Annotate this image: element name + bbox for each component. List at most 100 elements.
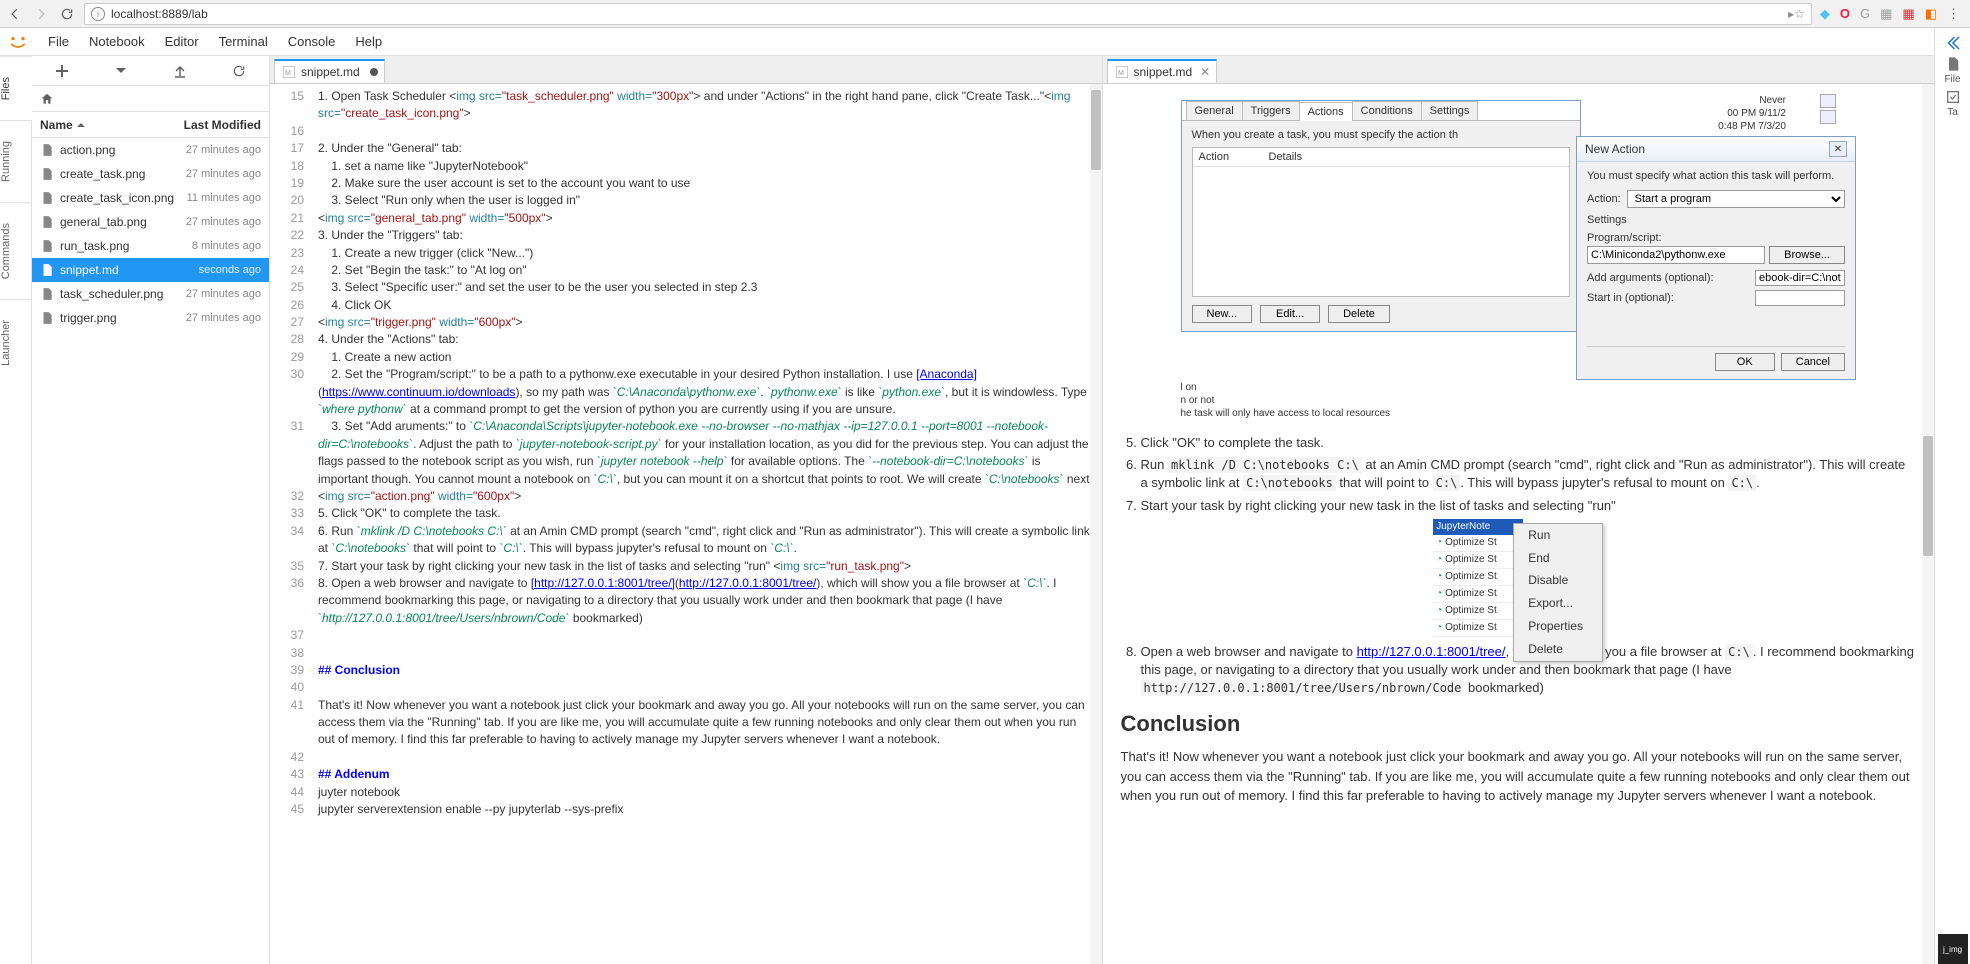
right-tab-file[interactable]: File — [1944, 56, 1960, 85]
action-select[interactable]: Start a program — [1627, 190, 1845, 208]
file-time: 8 minutes ago — [192, 240, 261, 252]
left-sidebar-tabs: FilesRunningCommandsLauncher — [0, 56, 32, 964]
file-icon — [1945, 56, 1961, 72]
menu-console[interactable]: Console — [278, 30, 346, 53]
file-name: run_task.png — [60, 239, 129, 253]
ext-icon[interactable]: ◧ — [1925, 6, 1937, 22]
preview-tab[interactable]: M snippet.md ✕ — [1107, 59, 1218, 83]
delete-action-button[interactable]: Delete — [1328, 305, 1390, 323]
conclusion-text: That's it! Now whenever you want a noteb… — [1121, 747, 1917, 806]
ext-icon[interactable]: G — [1860, 6, 1870, 21]
ok-button[interactable]: OK — [1715, 353, 1775, 371]
expand-icon[interactable] — [1944, 34, 1962, 52]
browse-button[interactable]: Browse... — [1769, 246, 1845, 264]
menu-icon[interactable]: ⋮ — [1947, 6, 1960, 22]
startin-input[interactable] — [1755, 290, 1845, 306]
menu-terminal[interactable]: Terminal — [209, 30, 278, 53]
new-dropdown[interactable] — [101, 59, 141, 83]
edit-action-button[interactable]: Edit... — [1260, 305, 1320, 323]
hint-text: When you create a task, you must specify… — [1192, 129, 1570, 141]
file-row[interactable]: run_task.png 8 minutes ago — [32, 234, 269, 258]
breadcrumbs[interactable] — [32, 86, 269, 112]
dock-panel: M snippet.md 15 161718192021222324252627… — [270, 56, 1934, 964]
ext-icon[interactable]: ◆ — [1820, 6, 1830, 22]
program-input[interactable] — [1587, 246, 1765, 264]
action-label: Action: — [1587, 193, 1621, 205]
filebrowser-header[interactable]: Name Last Modified — [32, 112, 269, 138]
file-row[interactable]: create_task_icon.png11 minutes ago — [32, 186, 269, 210]
ctx-properties[interactable]: Properties — [1514, 615, 1602, 638]
editor-scrollbar[interactable] — [1090, 84, 1102, 964]
editor-tab[interactable]: M snippet.md — [274, 59, 385, 83]
ctx-disable[interactable]: Disable — [1514, 569, 1602, 592]
list-item: Click "OK" to complete the task. — [1141, 434, 1917, 452]
ctx-end[interactable]: End — [1514, 547, 1602, 570]
file-icon — [40, 143, 54, 157]
file-time: 11 minutes ago — [187, 192, 261, 204]
reload-button[interactable] — [58, 5, 76, 23]
properties-tab-triggers[interactable]: Triggers — [1242, 101, 1300, 120]
toolbar-fragment — [1820, 94, 1836, 124]
refresh-button[interactable] — [219, 59, 259, 83]
properties-tab-conditions[interactable]: Conditions — [1352, 101, 1422, 120]
ext-icon[interactable]: ▦ — [1902, 6, 1914, 22]
file-time: 27 minutes ago — [186, 216, 261, 228]
address-bar[interactable]: i localhost:8889/lab ▸☆ — [84, 3, 1812, 25]
close-icon[interactable]: ✕ — [1200, 65, 1210, 79]
file-icon — [40, 167, 54, 181]
args-input[interactable] — [1755, 270, 1845, 286]
file-row[interactable]: create_task.png27 minutes ago — [32, 162, 269, 186]
ctx-run[interactable]: Run — [1514, 524, 1602, 547]
preview-scrollbar[interactable] — [1922, 84, 1934, 964]
properties-tab-actions[interactable]: Actions — [1299, 102, 1353, 121]
menu-file[interactable]: File — [38, 30, 79, 53]
code-editor[interactable]: 15 161718192021222324252627282930 31 323… — [270, 84, 1102, 964]
file-icon — [40, 191, 54, 205]
file-row[interactable]: action.png27 minutes ago — [32, 138, 269, 162]
bookmark-icon[interactable]: ▸☆ — [1788, 7, 1805, 21]
file-name: general_tab.png — [60, 215, 147, 229]
file-row[interactable]: trigger.png 27 minutes ago — [32, 306, 269, 330]
code-content[interactable]: 1. Open Task Scheduler <img src="task_sc… — [310, 84, 1102, 964]
file-row[interactable]: general_tab.png 27 minutes ago — [32, 210, 269, 234]
cancel-button[interactable]: Cancel — [1781, 353, 1845, 371]
markdown-preview[interactable]: GeneralTriggersActionsConditionsSettings… — [1103, 84, 1935, 964]
ext-icon[interactable]: O — [1840, 6, 1850, 21]
file-time: 27 minutes ago — [186, 312, 261, 324]
args-label: Add arguments (optional): — [1587, 272, 1751, 284]
properties-tab-general[interactable]: General — [1186, 101, 1243, 120]
left-tab-files[interactable]: Files — [0, 56, 32, 120]
forward-button[interactable] — [32, 5, 50, 23]
svg-text:M: M — [1118, 70, 1124, 77]
new-action-button[interactable]: New... — [1192, 305, 1253, 323]
ctx-delete[interactable]: Delete — [1514, 638, 1602, 661]
left-tab-commands[interactable]: Commands — [0, 202, 32, 299]
file-row[interactable]: task_scheduler.png27 minutes ago — [32, 282, 269, 306]
menu-notebook[interactable]: Notebook — [79, 30, 155, 53]
thumbnail[interactable]: j_img — [1938, 934, 1968, 964]
preview-pane: M snippet.md ✕ GeneralTriggersActionsCon… — [1103, 56, 1935, 964]
properties-tab-settings[interactable]: Settings — [1421, 101, 1479, 120]
ext-icon[interactable]: ▦ — [1880, 6, 1892, 22]
new-button[interactable] — [42, 59, 82, 83]
file-name: trigger.png — [60, 311, 117, 325]
filebrowser-toolbar — [32, 56, 269, 86]
left-tab-running[interactable]: Running — [0, 120, 32, 202]
right-tab-task[interactable]: Ta — [1945, 89, 1961, 118]
menu-help[interactable]: Help — [345, 30, 392, 53]
task-list-item: ◔ Optimize St — [1433, 586, 1523, 603]
left-tab-launcher[interactable]: Launcher — [0, 299, 32, 386]
close-icon[interactable]: ✕ — [1829, 141, 1847, 157]
file-row[interactable]: snippet.mdseconds ago — [32, 258, 269, 282]
upload-button[interactable] — [160, 59, 200, 83]
schedule-fragment: Never 00 PM 9/11/2 0:48 PM 7/3/20 — [1718, 94, 1786, 133]
browser-toolbar: i localhost:8889/lab ▸☆ ◆ O G ▦ ▦ ◧ ⋮ — [0, 0, 1970, 28]
back-button[interactable] — [6, 5, 24, 23]
file-time: seconds ago — [199, 264, 261, 276]
ctx-export[interactable]: Export... — [1514, 592, 1602, 615]
file-name: create_task.png — [60, 167, 145, 181]
selected-task: JupyterNote — [1433, 519, 1523, 535]
file-browser: Name Last Modified action.png27 minutes … — [32, 56, 270, 964]
tree-link[interactable]: http://127.0.0.1:8001/tree/ — [1357, 644, 1506, 659]
menu-editor[interactable]: Editor — [155, 30, 209, 53]
